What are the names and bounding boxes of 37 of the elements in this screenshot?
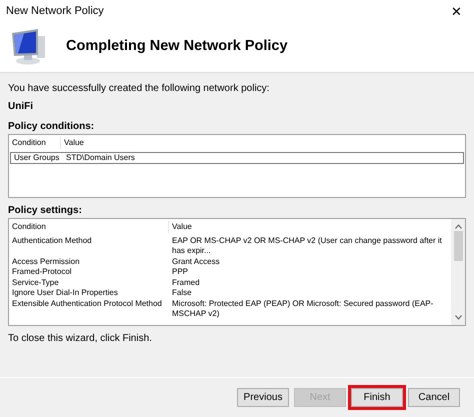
column-header[interactable]: Value	[169, 221, 192, 233]
cell-text: Microsoft: Protected EAP (PEAP) OR Microsoft: Secured password (EAP-MSCHAP v2)	[171, 298, 434, 320]
cell-text: Access Permission	[11, 256, 81, 267]
list-row[interactable]: User Groups STD\Domain Users	[10, 152, 464, 164]
list-row[interactable]: Access Permission Grant Access	[9, 256, 451, 267]
window-title: New Network Policy	[6, 4, 104, 19]
cell-text: PPP	[171, 267, 188, 278]
section-label: Policy settings:	[8, 204, 83, 218]
closing-text: To close this wizard, click Finish.	[8, 332, 153, 346]
wizard-button[interactable]: Previous	[237, 388, 289, 407]
column-header[interactable]: Condition	[9, 221, 169, 233]
column-header[interactable]: Value	[61, 137, 84, 149]
cell-text: Service-Type	[11, 278, 60, 288]
column-header[interactable]: Condition	[9, 137, 61, 149]
list-row[interactable]: Framed-Protocol PPP	[9, 267, 451, 278]
close-button[interactable]: ✕	[447, 4, 466, 18]
scroll-thumb[interactable]	[454, 230, 462, 260]
wizard-button[interactable]: Cancel	[408, 388, 460, 407]
cell-text: False	[171, 288, 192, 298]
section-label: Policy conditions:	[8, 120, 96, 134]
list-row[interactable]: Authentication Method EAP OR MS-CHAP v2 OR MS-CHAP v2 (User can change password after it has expir...	[9, 236, 451, 256]
page-heading: Completing New Network Policy	[66, 38, 288, 56]
cell-text: Authentication Method	[11, 236, 93, 246]
intro-text: You have successfully created the following network policy:	[8, 82, 270, 96]
policy-name: UniFi	[8, 100, 34, 114]
cell-text: Framed-Protocol	[11, 267, 73, 278]
wizard-button[interactable]: Finish	[351, 388, 403, 407]
cell-text: User Groups	[13, 152, 60, 163]
cell-text: Extensible Authentication Protocol Method	[11, 298, 163, 309]
cell-text: Framed	[171, 278, 200, 288]
cell-text: Ignore User Dial-In Properties	[11, 288, 119, 298]
list-row[interactable]: Service-Type Framed	[9, 278, 451, 288]
list-row[interactable]: Extensible Authentication Protocol Method Microsoft: Protected EAP (PEAP) OR Microsoft: Secured password (EAP-MSCHAP v2)	[9, 298, 451, 320]
list-row[interactable]: Ignore User Dial-In Properties False	[9, 288, 451, 298]
cell-text: Grant Access	[171, 256, 220, 267]
cell-text: STD\Domain Users	[65, 152, 135, 163]
cell-text: EAP OR MS-CHAP v2 OR MS-CHAP v2 (User can change password after it has expir...	[171, 236, 443, 256]
